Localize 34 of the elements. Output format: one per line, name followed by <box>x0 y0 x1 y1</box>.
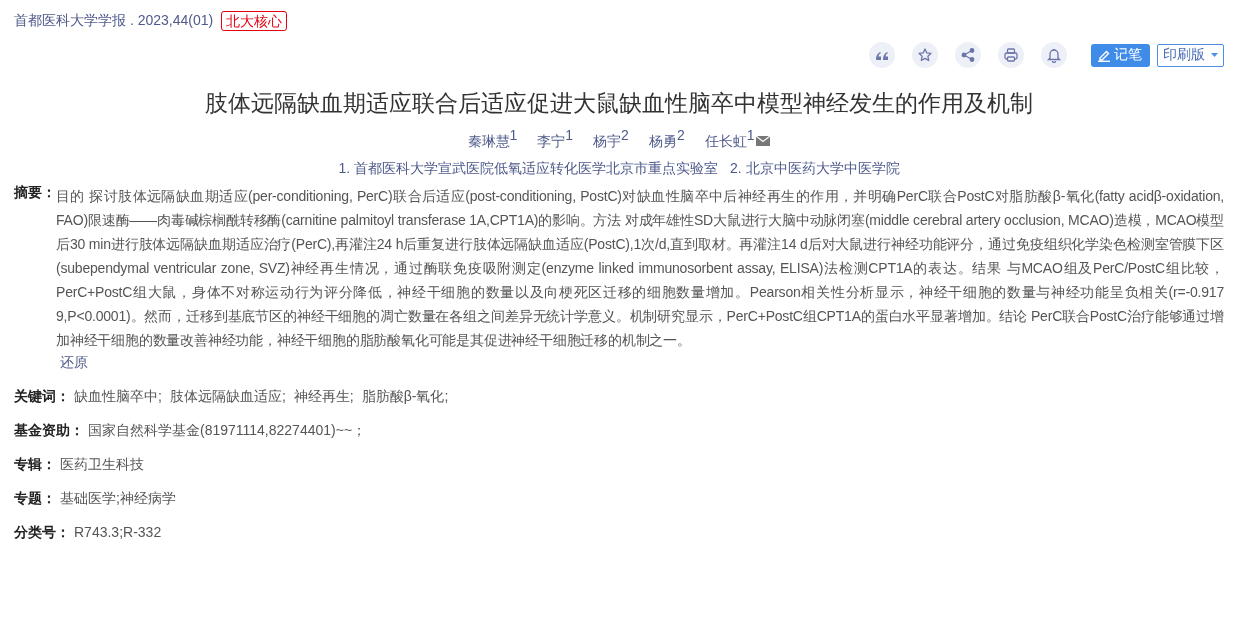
pencil-icon <box>1097 48 1111 62</box>
bell-icon <box>1046 47 1062 63</box>
field-label: 分类号： <box>14 523 70 542</box>
field-value: 医药卫生科技 <box>60 455 144 474</box>
field-value: R743.3;R-332 <box>74 523 162 542</box>
field-link[interactable]: 缺血性脑卒中; <box>74 386 162 406</box>
bell-button[interactable] <box>1041 42 1067 68</box>
journal-link[interactable]: 首都医科大学学报 . 2023,44(01) <box>14 12 214 30</box>
affiliation-link[interactable]: 2. 北京中医药大学中医学院 <box>730 158 900 178</box>
field-link[interactable]: 脂肪酸β-氧化; <box>361 386 449 406</box>
field-link[interactable]: 国家自然科学基金(81971114,82274401)~~； <box>88 420 367 440</box>
field-value: 基础医学;神经病学 <box>60 489 176 508</box>
star-icon <box>917 47 933 63</box>
share-icon <box>960 47 976 63</box>
printer-icon <box>1003 47 1019 63</box>
field-label: 专辑： <box>14 455 56 474</box>
printer-button[interactable] <box>998 42 1024 68</box>
field-label: 摘要： <box>14 184 56 202</box>
core-journal-tag: 北大核心 <box>221 11 288 31</box>
print-version-dropdown[interactable]: 印刷版 <box>1157 43 1224 67</box>
affiliation-link[interactable]: 1. 首都医科大学宣武医院低氧适应转化医学北京市重点实验室 <box>338 158 718 178</box>
restore-link[interactable]: 还原 <box>60 352 88 372</box>
envelope-icon <box>756 136 771 146</box>
article-title: 肢体远隔缺血期适应联合后适应促进大鼠缺血性脑卒中模型神经发生的作用及机制 <box>204 89 1034 118</box>
field-label: 关键词： <box>14 387 70 406</box>
abstract-text: 目的 探讨肢体远隔缺血期适应(per-conditioning, PerC)联合后适应(post-conditioning, PostC)对缺血性脑卒中后神经再生的作用，并明确PerC联合PostC对脂肪酸β-氧化(fatty acidβ-oxidation, FAO)限速酶——肉毒碱棕榈酰转移酶(carnitine palmitoyl transferase 1A,CPT1A)的影响。方法 对成年雄性SD大鼠进行大脑中动脉闭塞(middle cerebral artery occlusion, MCAO)造模，MCAO模型后30 min进行肢体远隔缺血期适应治疗(PerC),再灌注24 h后重复进行肢体远隔缺血适应(PostC),1次/d,直到取材。再灌注14 d后对大鼠进行神经功能评分，通过免疫组织化学染色检测室管膜下区(subependymal ventricular zone, SVZ)神经再生情况，通过酶联免疫吸附测定(enzyme linked immunosorbent assay, ELISA)法检测CPT1A的表达。结果 与MCAO组及PerC/PostC组比较，PerC+PostC组大鼠，身体不对称运动行为评分降低，神经干细胞的数量以及向梗死区迁移的细胞数量增加。Pearson相关性分析显示，神经干细胞的数量与神经功能呈负相关(r=-0.917 9,P<0.0001)。然而，迁移到基底节区的神经干细胞的凋亡数量在各组之间差异无统计学意义。机制研究显示，PerC+PostC组CPT1A的蛋白水平显著增加。结论 PerC联合PostC治疗能够通过增加神经干细胞的数量改善神经功能，神经干细胞的脂肪酸氧化可能是其促进神经干细胞迁移的机制之一。 <box>56 187 1224 350</box>
field-label: 专题： <box>14 489 56 508</box>
quote-button[interactable] <box>869 42 895 68</box>
field-link[interactable]: 肢体远隔缺血适应; <box>169 386 286 406</box>
caret-icon <box>1211 53 1218 57</box>
field-link[interactable]: 神经再生; <box>293 386 354 406</box>
share-button[interactable] <box>955 42 981 68</box>
star-button[interactable] <box>912 42 938 68</box>
field-label: 基金资助： <box>14 421 84 440</box>
